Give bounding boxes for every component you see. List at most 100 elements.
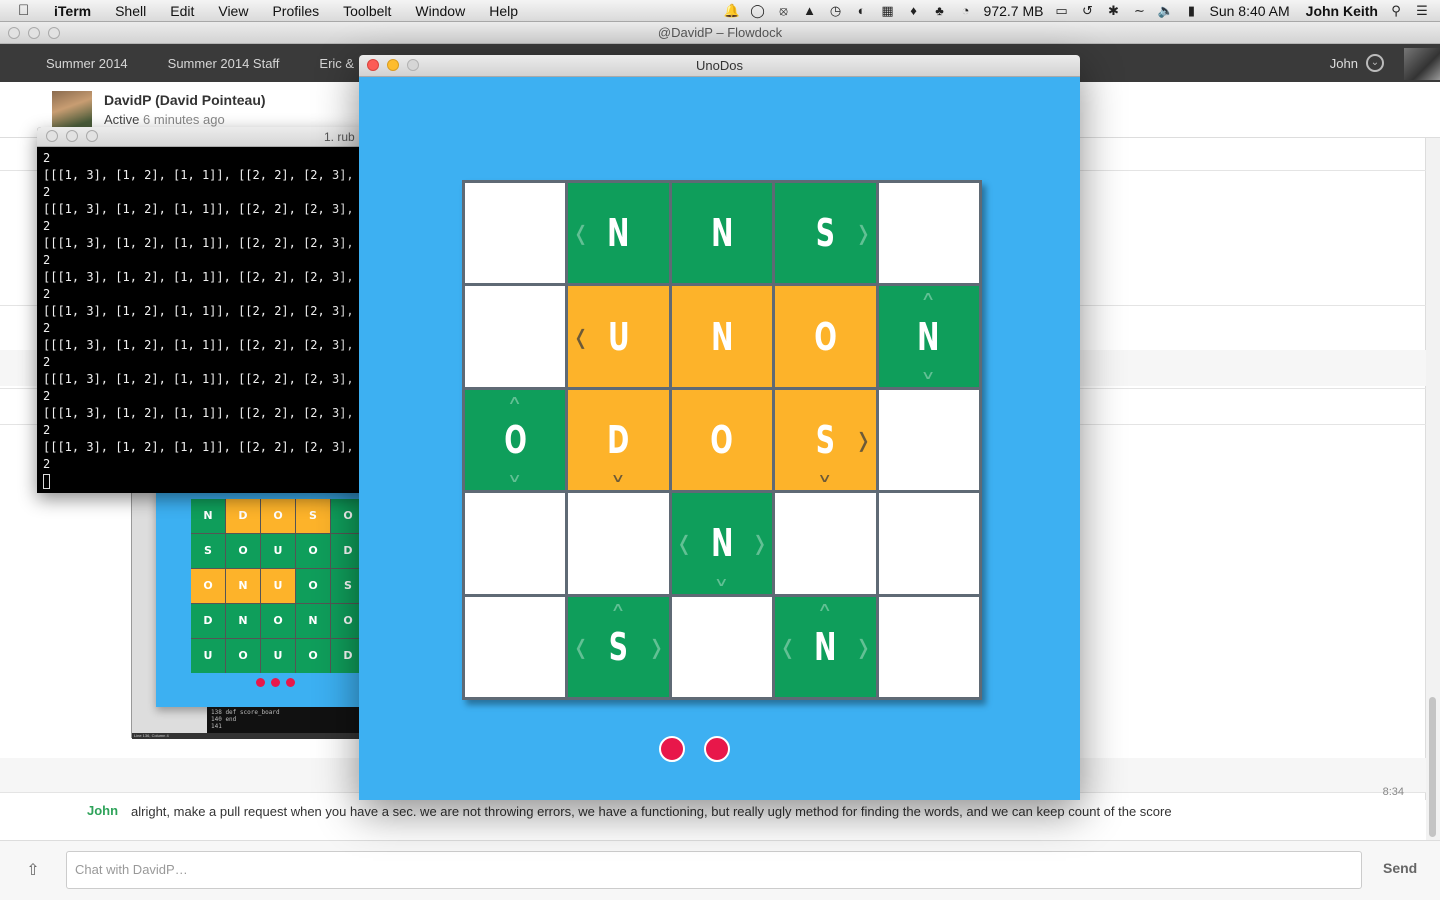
slide-right-icon[interactable]: ❭: [855, 223, 872, 243]
minimize-button[interactable]: [387, 59, 399, 71]
sync-icon[interactable]: ◯: [750, 3, 766, 18]
time-machine-icon[interactable]: ↺: [1079, 3, 1095, 18]
chat-input[interactable]: Chat with DavidP…: [66, 851, 1362, 889]
move-dot: [704, 736, 730, 762]
airplay-icon[interactable]: ▭: [1053, 3, 1069, 18]
board-cell-1-2[interactable]: N: [671, 286, 773, 387]
zoom-button[interactable]: [86, 130, 98, 142]
board-cell-3-1[interactable]: [568, 493, 669, 594]
slide-left-icon[interactable]: ❬: [572, 223, 589, 243]
board-cell-0-4[interactable]: [878, 183, 979, 284]
menu-shell[interactable]: Shell: [103, 3, 158, 19]
slide-left-icon[interactable]: ❬: [572, 327, 589, 347]
slide-left-icon[interactable]: ❬: [676, 533, 693, 553]
slide-up-icon[interactable]: ∧: [611, 601, 626, 613]
slide-right-icon[interactable]: ❭: [855, 637, 872, 657]
menu-user[interactable]: John Keith: [1306, 3, 1378, 19]
slide-left-icon[interactable]: ❬: [779, 637, 796, 657]
slide-right-icon[interactable]: ❭: [648, 637, 665, 657]
thumbnail-cell: U: [261, 534, 295, 568]
menu-profiles[interactable]: Profiles: [260, 3, 331, 19]
slide-right-icon[interactable]: ❭: [855, 430, 872, 450]
slide-up-icon[interactable]: ∧: [921, 290, 936, 302]
board-cell-1-3[interactable]: O: [775, 286, 876, 387]
contact-avatar[interactable]: [52, 91, 92, 131]
clock-icon[interactable]: ◷: [828, 3, 844, 18]
close-button[interactable]: [46, 130, 58, 142]
menu-window[interactable]: Window: [403, 3, 477, 19]
board-cell-2-1[interactable]: D ∨: [568, 389, 669, 491]
spotlight-icon[interactable]: ⚲: [1388, 3, 1404, 18]
background-screenshot-window[interactable]: NDOSOSOUODONUOSDNONOUOUOD 138 def score_…: [131, 488, 372, 739]
apple-menu-icon[interactable]: : [18, 2, 42, 19]
close-button[interactable]: [367, 59, 379, 71]
terminal-output[interactable]: 2 [[[1, 3], [1, 2], [1, 1]], [[2, 2], [2,…: [37, 147, 367, 493]
slide-up-icon[interactable]: ∧: [817, 601, 832, 613]
slide-down-icon[interactable]: ∨: [507, 472, 522, 484]
wifi-icon[interactable]: ∼: [1131, 3, 1147, 18]
board-cell-4-4[interactable]: [878, 596, 979, 697]
moon-icon[interactable]: ◐: [854, 3, 870, 18]
menu-toolbelt[interactable]: Toolbelt: [331, 3, 403, 19]
board-cell-3-3[interactable]: [775, 493, 876, 594]
evernote-icon[interactable]: ♦: [906, 3, 922, 18]
board-cell-4-2[interactable]: [671, 596, 773, 697]
board-cell-4-1[interactable]: S ∧ ❬ ❭: [568, 596, 669, 697]
nav-avatar[interactable]: [1404, 48, 1440, 80]
board-cell-3-4[interactable]: [878, 493, 979, 594]
volume-icon[interactable]: 🔈: [1157, 3, 1173, 18]
slide-down-icon[interactable]: ∨: [611, 472, 626, 484]
slide-down-icon[interactable]: ∨: [817, 472, 832, 484]
board-cell-3-0[interactable]: [465, 493, 566, 594]
board-cell-0-3[interactable]: S ❭: [775, 183, 876, 284]
board-cell-0-1[interactable]: N ❬: [568, 183, 669, 284]
menu-edit[interactable]: Edit: [158, 3, 206, 19]
notification-center-icon[interactable]: ☰: [1414, 3, 1430, 18]
menu-help[interactable]: Help: [477, 3, 530, 19]
bluetooth-icon[interactable]: ✱: [1105, 3, 1121, 18]
board-cell-2-0[interactable]: O ∧ ∨: [465, 389, 566, 491]
board-cell-2-3[interactable]: S ❭ ∨: [775, 389, 876, 491]
zoom-button[interactable]: [407, 59, 419, 71]
board-cell-1-4[interactable]: N ∧ ∨: [878, 286, 979, 387]
nav-user-menu[interactable]: John ⌄: [1330, 44, 1384, 82]
terminal-line: 2: [43, 389, 51, 403]
memory-gauge-icon[interactable]: ◔: [958, 3, 974, 18]
unodos-window[interactable]: UnoDos N ❬ N S ❭ U ❬ N O N ∧ ∨ O ∧ ∨ D ∨ O S ❭ ∨ N ❬ ❭ ∨ S ∧ ❬ ❭ N ∧ ❬ ❭: [359, 55, 1080, 800]
elephant-icon[interactable]: ♣: [932, 3, 948, 18]
menu-app-name[interactable]: iTerm: [42, 3, 103, 19]
zoom-button[interactable]: [48, 27, 60, 39]
slide-down-icon[interactable]: ∨: [714, 576, 729, 588]
board-cell-0-2[interactable]: N: [671, 183, 773, 284]
drive-icon[interactable]: ▲: [802, 3, 818, 18]
board-cell-1-1[interactable]: U ❬: [568, 286, 669, 387]
slide-down-icon[interactable]: ∨: [921, 369, 936, 381]
tab-summer-2014-staff[interactable]: Summer 2014 Staff: [148, 56, 300, 71]
board-cell-0-0[interactable]: [465, 183, 566, 284]
rocket-icon[interactable]: ⦻: [776, 3, 792, 18]
contact-name[interactable]: DavidP (David Pointeau): [104, 92, 266, 108]
board-cell-2-2[interactable]: O: [671, 389, 773, 491]
display-icon[interactable]: ▦: [880, 3, 896, 18]
message-author[interactable]: John: [87, 803, 118, 818]
minimize-button[interactable]: [28, 27, 40, 39]
board-cell-1-0[interactable]: [465, 286, 566, 387]
board-cell-4-0[interactable]: [465, 596, 566, 697]
slide-left-icon[interactable]: ❬: [572, 637, 589, 657]
bell-icon[interactable]: 🔔: [724, 3, 740, 18]
tab-summer-2014[interactable]: Summer 2014: [0, 56, 148, 71]
iterm-window[interactable]: 1. rub 2 [[[1, 3], [1, 2], [1, 1]], [[2, …: [37, 127, 367, 493]
minimize-button[interactable]: [66, 130, 78, 142]
battery-icon[interactable]: ▮: [1183, 3, 1199, 18]
board-cell-4-3[interactable]: N ∧ ❬ ❭: [775, 596, 876, 697]
board-cell-3-2[interactable]: N ❬ ❭ ∨: [671, 493, 773, 594]
menu-clock[interactable]: Sun 8:40 AM: [1209, 3, 1289, 19]
menu-view[interactable]: View: [206, 3, 260, 19]
slide-right-icon[interactable]: ❭: [751, 533, 768, 553]
upload-icon[interactable]: ⇧: [22, 860, 44, 880]
board-cell-2-4[interactable]: [878, 389, 979, 491]
send-button[interactable]: Send: [1383, 860, 1417, 876]
close-button[interactable]: [8, 27, 20, 39]
slide-up-icon[interactable]: ∧: [507, 394, 522, 406]
chat-scrollbar[interactable]: [1429, 697, 1436, 837]
